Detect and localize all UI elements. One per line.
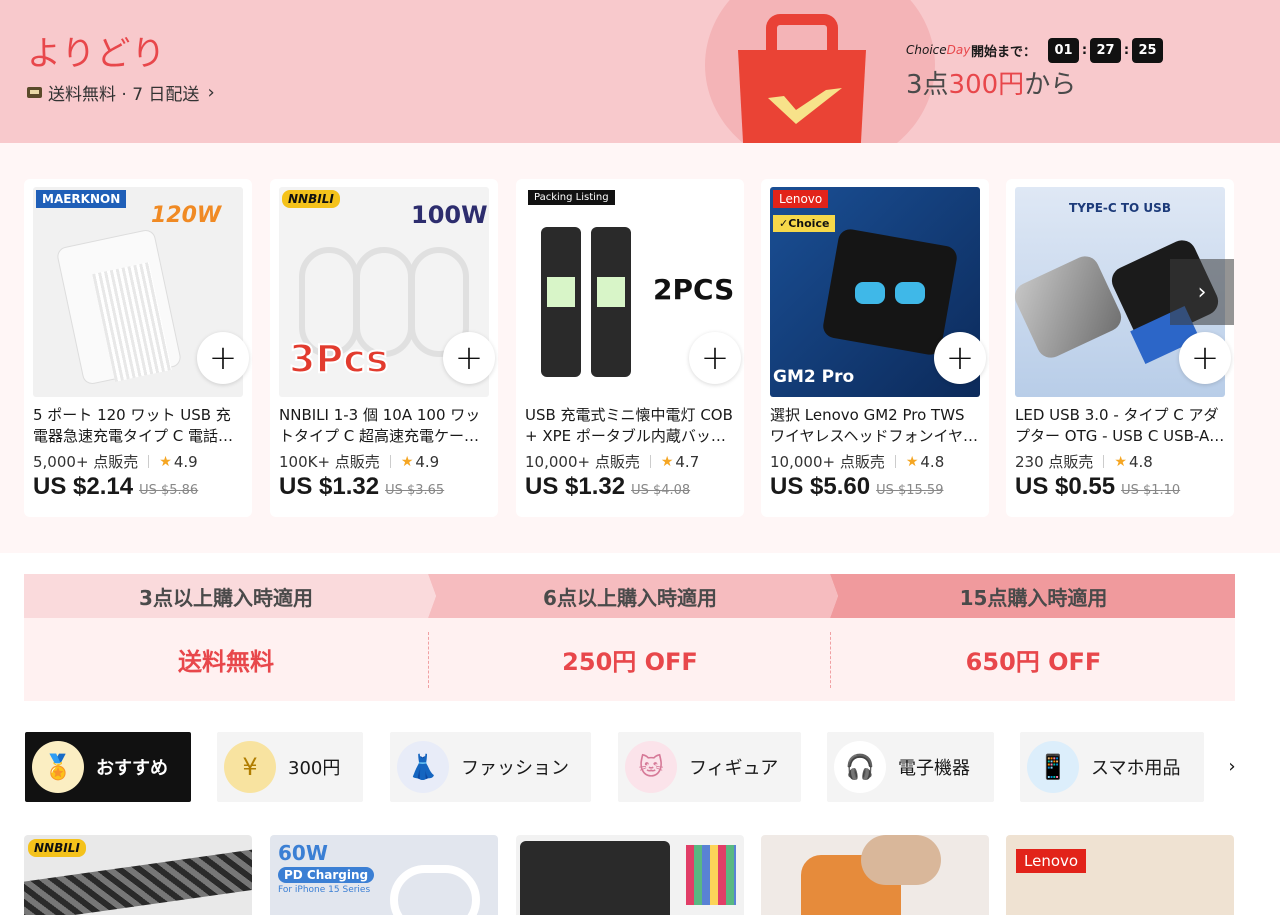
chevron-right-icon: › [207,82,215,103]
offer-text: 3点300円から [906,70,1077,100]
earbuds-icon: 🎧 [834,741,886,793]
product-card[interactable]: Lenovo ✓Choice GM2 Pro + 選択 Lenovo GM2 P… [761,179,989,517]
sold-count: 10,000+ 点販売 [525,453,640,471]
countdown-timer: 開始まで： 01 : 27 : 25 [971,38,1164,63]
category-tab-recommended[interactable]: 🏅 おすすめ [25,732,191,802]
shipping-text: 送料無料 · 7 日配送 [48,85,200,105]
product-title[interactable]: 選択 Lenovo GM2 Pro TWS ワイヤレスヘッドフォンイヤ… [770,405,982,447]
medal-icon: 🏅 [32,741,84,793]
chevron-right-icon: › [1228,755,1236,777]
chevron-right-icon: › [1197,279,1207,305]
product-title[interactable]: NNBILI 1-3 個 10A 100 ワットタイプ C 超高速充電ケー… [279,405,491,447]
product-card[interactable] [761,835,989,915]
category-next-button[interactable]: › [1218,752,1246,780]
category-tab-figure[interactable]: 🐱 フィギュア [618,732,801,802]
category-tab-electronics[interactable]: 🎧 電子機器 [827,732,994,802]
price-block: US $0.55 US $1.10 [1015,473,1180,501]
discount-tiers: 3点以上購入時適用 6点以上購入時適用 15点購入時適用 送料無料 250円 O… [24,574,1235,701]
promo-banner: よりどり 送料無料 · 7 日配送 › ChoiceDay 開始まで： 01 :… [0,0,1280,143]
sold-count: 100K+ 点販売 [279,453,380,471]
choice-day-logo: ChoiceDay [906,43,971,57]
current-price: US $0.55 [1015,473,1116,500]
product-carousel: MAERKNON 120W + 5 ポート 120 ワット USB 充電器急速充… [0,143,1280,553]
category-tab-300yen[interactable]: ¥ 300円 [217,732,363,802]
price-block: US $2.14 US $5.86 [33,473,198,501]
add-to-cart-button[interactable]: + [689,332,741,384]
product-title[interactable]: 5 ポート 120 ワット USB 充電器急速充電タイプ C 電話… [33,405,245,447]
rating: 4.8 [920,452,945,471]
tier-1-condition: 3点以上購入時適用 [139,585,313,610]
shopping-bag-icon [738,14,866,143]
dress-icon: 👗 [397,741,449,793]
sold-count: 10,000+ 点販売 [770,453,885,471]
current-price: US $1.32 [525,473,626,500]
product-title[interactable]: USB 充電式ミニ懐中電灯 COB + XPE ポータブル内蔵バッ… [525,405,737,447]
original-price: US $15.59 [876,483,944,498]
price-block: US $1.32 US $3.65 [279,473,444,501]
timer-seconds: 25 [1132,38,1164,63]
current-price: US $2.14 [33,473,134,500]
free-shipping-icon [27,87,42,98]
rating: 4.7 [675,452,700,471]
banner-title: よりどり [27,34,167,74]
star-icon: ★ [400,453,414,470]
category-tab-phone-accessories[interactable]: 📱 スマホ用品 [1020,732,1204,802]
add-to-cart-button[interactable]: + [934,332,986,384]
sold-count: 5,000+ 点販売 [33,453,139,471]
timer-minutes: 27 [1090,38,1122,63]
product-card[interactable]: TYPE-C TO USB + LED USB 3.0 - タイプ C アダプタ… [1006,179,1234,517]
product-card[interactable]: 60W PD Charging For iPhone 15 Series [270,835,498,915]
add-to-cart-button[interactable]: + [443,332,495,384]
tier-2-condition: 6点以上購入時適用 [543,585,717,610]
timer-hours: 01 [1048,38,1080,63]
add-to-cart-button[interactable]: + [1179,332,1231,384]
product-title[interactable]: LED USB 3.0 - タイプ C アダプター OTG - USB C US… [1015,405,1227,447]
original-price: US $1.10 [1121,483,1181,498]
tier-1-benefit: 送料無料 [178,648,274,676]
current-price: US $5.60 [770,473,871,500]
current-price: US $1.32 [279,473,380,500]
phone-icon: 📱 [1027,741,1079,793]
product-card[interactable]: NNBILI [24,835,252,915]
product-meta: 230 点販売 ★ 4.8 [1015,451,1153,472]
rating: 4.9 [173,452,198,471]
product-meta: 10,000+ 点販売 ★ 4.7 [525,451,699,472]
countdown-label: 開始まで： [971,45,1037,60]
sold-count: 230 点販売 [1015,453,1094,471]
star-icon: ★ [905,453,919,470]
original-price: US $4.08 [631,483,691,498]
price-block: US $1.32 US $4.08 [525,473,690,501]
product-meta: 5,000+ 点販売 ★ 4.9 [33,451,198,472]
cat-figure-icon: 🐱 [625,741,677,793]
product-meta: 10,000+ 点販売 ★ 4.8 [770,451,944,472]
shipping-link[interactable]: 送料無料 · 7 日配送 › [27,80,215,105]
coin-icon: ¥ [224,741,276,793]
product-card[interactable] [516,835,744,915]
add-to-cart-button[interactable]: + [197,332,249,384]
product-card[interactable]: NNBILI 100W 3Pcs + NNBILI 1-3 個 10A 100 … [270,179,498,517]
product-card[interactable]: Packing Listing 2PCS + USB 充電式ミニ懐中電灯 COB… [516,179,744,517]
star-icon: ★ [660,453,674,470]
tier-3-benefit: 650円 OFF [965,648,1102,676]
product-card[interactable]: Lenovo [1006,835,1234,915]
rating: 4.8 [1128,452,1153,471]
star-icon: ★ [1114,453,1127,470]
tier-3-condition: 15点購入時適用 [959,585,1108,610]
price-block: US $5.60 US $15.59 [770,473,943,501]
product-card[interactable]: MAERKNON 120W + 5 ポート 120 ワット USB 充電器急速充… [24,179,252,517]
category-tab-fashion[interactable]: 👗 ファッション [390,732,591,802]
product-meta: 100K+ 点販売 ★ 4.9 [279,451,439,472]
star-icon: ★ [159,453,172,470]
original-price: US $5.86 [139,483,199,498]
tier-2-benefit: 250円 OFF [562,648,698,676]
original-price: US $3.65 [385,483,445,498]
carousel-next-button[interactable]: › [1170,259,1234,325]
rating: 4.9 [415,452,440,471]
